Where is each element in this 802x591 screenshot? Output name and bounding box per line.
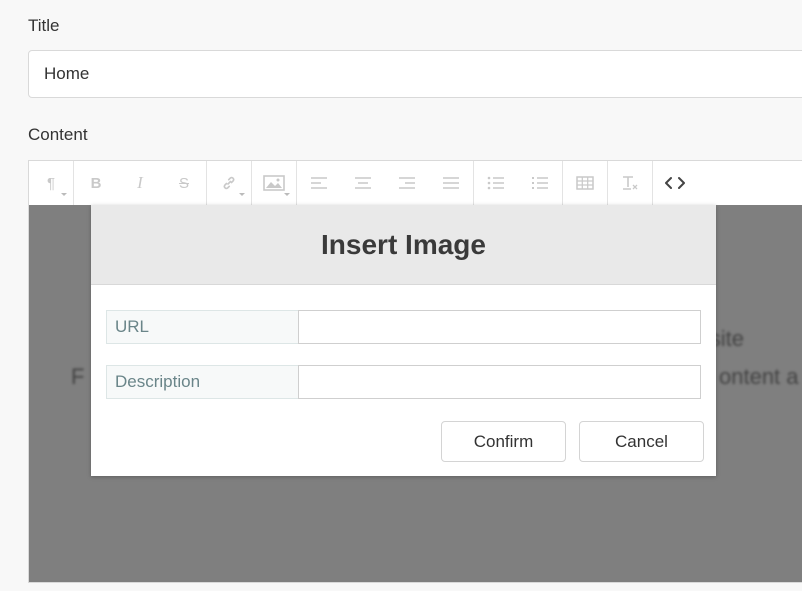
description-input[interactable] [298, 365, 701, 399]
align-justify-button[interactable] [429, 161, 473, 205]
numbered-list-button[interactable] [518, 161, 562, 205]
strikethrough-icon: S [178, 174, 189, 192]
link-icon [223, 176, 235, 190]
bold-icon: B [90, 174, 102, 192]
toolbar-group-image [252, 161, 297, 205]
link-button[interactable] [207, 161, 251, 205]
toolbar-group-code [653, 161, 697, 205]
title-input[interactable]: Home [28, 50, 802, 98]
modal-title: Insert Image [91, 205, 716, 285]
toolbar-group-clear [608, 161, 653, 205]
table-icon [576, 176, 594, 190]
url-label: URL [106, 310, 299, 344]
align-left-icon [311, 177, 327, 189]
paragraph-icon: ¶ [46, 174, 56, 192]
chevron-down-icon [239, 193, 245, 196]
bullet-list-button[interactable] [474, 161, 518, 205]
code-view-button[interactable] [653, 161, 697, 205]
align-left-button[interactable] [297, 161, 341, 205]
align-center-button[interactable] [341, 161, 385, 205]
image-icon [263, 175, 285, 191]
bold-button[interactable]: B [74, 161, 118, 205]
paragraph-format-button[interactable]: ¶ [29, 161, 73, 205]
italic-button[interactable]: I [118, 161, 162, 205]
description-row: Description [106, 365, 701, 399]
code-view-icon [665, 177, 685, 189]
toolbar-group-paragraph: ¶ [29, 161, 74, 205]
description-label: Description [106, 365, 299, 399]
align-center-icon [355, 177, 371, 189]
title-label: Title [28, 16, 60, 35]
toolbar-group-align [297, 161, 474, 205]
image-button[interactable] [252, 161, 296, 205]
toolbar-group-lists [474, 161, 563, 205]
background-text-line: ontent a [719, 364, 799, 389]
clear-format-button[interactable] [608, 161, 652, 205]
toolbar-group-text-style: B I S [74, 161, 207, 205]
align-right-button[interactable] [385, 161, 429, 205]
confirm-button[interactable]: Confirm [441, 421, 566, 462]
editor-toolbar: ¶ B I S [29, 161, 802, 205]
toolbar-group-link [207, 161, 252, 205]
table-button[interactable] [563, 161, 607, 205]
url-row: URL [106, 310, 701, 344]
align-justify-icon [443, 177, 459, 189]
toolbar-group-table [563, 161, 608, 205]
chevron-down-icon [61, 193, 67, 196]
cancel-button[interactable]: Cancel [579, 421, 704, 462]
insert-image-modal: Insert Image URL Description Confirm Can… [91, 205, 716, 476]
numbered-list-icon [532, 177, 548, 189]
background-text-line: F [71, 364, 85, 389]
clear-format-icon [623, 176, 638, 190]
content-label: Content [28, 125, 88, 144]
italic-icon: I [137, 173, 143, 192]
strikethrough-button[interactable]: S [162, 161, 206, 205]
chevron-down-icon [284, 193, 290, 196]
bullet-list-icon [487, 176, 504, 190]
url-input[interactable] [298, 310, 701, 344]
align-right-icon [399, 177, 415, 189]
